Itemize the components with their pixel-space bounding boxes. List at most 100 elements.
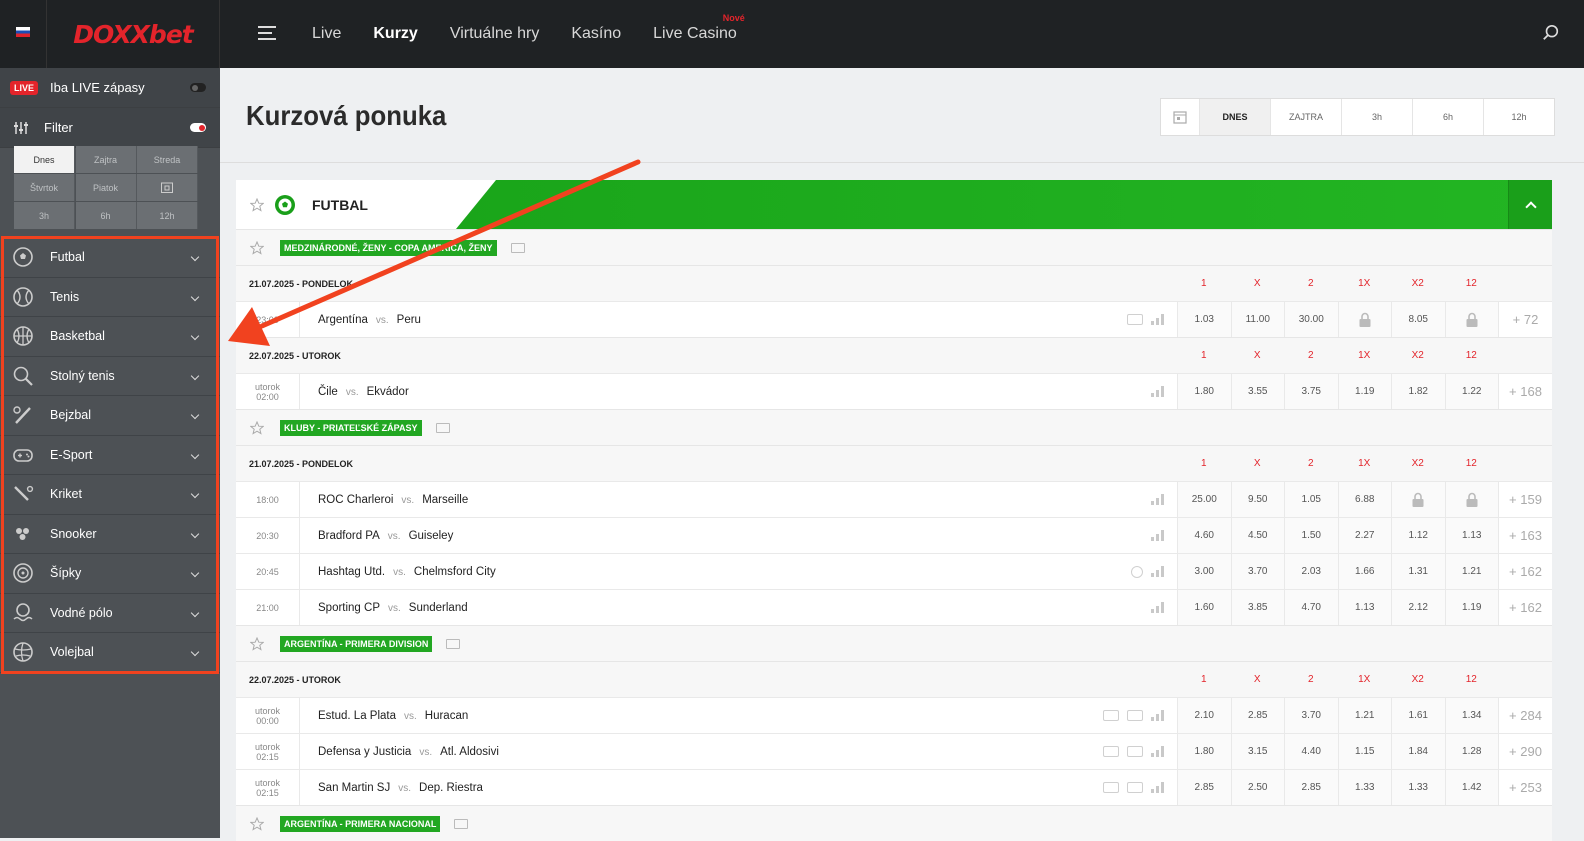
odds-cell[interactable]: 1.33 <box>1337 770 1391 805</box>
odds-cell[interactable]: 2.85 <box>1230 698 1284 733</box>
league-info-icon[interactable] <box>454 818 469 829</box>
sidebar-sport-e-sport[interactable]: E-Sport <box>0 435 220 475</box>
more-markets-button[interactable]: + 290 <box>1498 734 1552 769</box>
odds-cell[interactable]: 3.85 <box>1230 590 1284 625</box>
match-row[interactable]: 20:45 Hashtag Utd. vs. Chelmsford City 3.00 3… <box>236 553 1552 589</box>
odds-cell[interactable]: 1.21 <box>1337 698 1391 733</box>
nav-item-virtuálne-hry[interactable]: Virtuálne hry <box>450 25 540 43</box>
clock-icon[interactable] <box>1131 565 1143 578</box>
tv-stream-icon[interactable] <box>1127 782 1143 793</box>
filter-calendar-icon[interactable] <box>137 174 198 201</box>
odds-cell[interactable]: 1.84 <box>1391 734 1445 769</box>
odds-cell[interactable]: 9.50 <box>1230 482 1284 517</box>
league-row[interactable]: ARGENTÍNA - PRIMERA DIVISION <box>236 625 1552 661</box>
stats-icon[interactable] <box>1151 565 1165 577</box>
league-info-icon[interactable] <box>435 422 450 433</box>
day-tab-zajtra[interactable]: ZAJTRA <box>1270 99 1341 135</box>
odds-cell[interactable]: 2.85 <box>1284 770 1338 805</box>
filter-piatok[interactable]: Piatok <box>75 174 137 201</box>
sidebar-sport-volejbal[interactable]: Volejbal <box>0 633 220 673</box>
star-icon[interactable] <box>250 240 264 255</box>
match-row[interactable]: 20:30 Bradford PA vs. Guiseley 4.60 4.50 1.50 2… <box>236 517 1552 553</box>
match-row[interactable]: 21:00 Sporting CP vs. Sunderland 1.60 3.85 4.7… <box>236 589 1552 625</box>
tv-stream-icon[interactable] <box>1127 746 1143 757</box>
calendar-icon[interactable] <box>1161 99 1199 135</box>
live-only-toggle[interactable] <box>190 83 206 92</box>
slovak-flag-icon[interactable] <box>16 27 30 37</box>
logo-container[interactable]: DOXXbet <box>46 0 220 68</box>
odds-cell[interactable]: 11.00 <box>1230 302 1284 337</box>
odds-cell[interactable]: 1.50 <box>1284 518 1338 553</box>
nav-item-kasíno[interactable]: Kasíno <box>571 25 621 43</box>
match-teams[interactable]: Bradford PA vs. Guiseley <box>300 530 1151 542</box>
filter-streda[interactable]: Streda <box>137 146 198 173</box>
odds-cell[interactable]: 2.10 <box>1177 698 1231 733</box>
odds-cell[interactable]: 1.03 <box>1177 302 1231 337</box>
odds-cell[interactable]: 8.05 <box>1391 302 1445 337</box>
odds-cell[interactable]: 1.33 <box>1391 770 1445 805</box>
filter-dnes[interactable]: Dnes <box>14 146 75 173</box>
stats-icon[interactable] <box>1151 386 1165 397</box>
stats-icon[interactable] <box>1151 314 1165 325</box>
odds-cell[interactable]: 1.82 <box>1391 374 1445 409</box>
match-row[interactable]: utorok 02:15 San Martin SJ vs. Dep. Riestra 2… <box>236 769 1552 805</box>
more-markets-button[interactable]: + 163 <box>1498 518 1552 553</box>
sidebar-sport-šípky[interactable]: Šípky <box>0 554 220 594</box>
odds-cell[interactable]: 1.22 <box>1444 374 1498 409</box>
match-row[interactable]: 18:00 ROC Charleroi vs. Marseille 25.00 9.50 1… <box>236 481 1552 517</box>
day-tab-12h[interactable]: 12h <box>1483 99 1554 135</box>
live-only-row[interactable]: LIVE Iba LIVE zápasy <box>0 68 220 108</box>
sidebar-sport-tenis[interactable]: Tenis <box>0 277 220 317</box>
odds-cell[interactable]: 1.13 <box>1337 590 1391 625</box>
sidebar-sport-vodné-pólo[interactable]: Vodné pólo <box>0 593 220 633</box>
filter-zajtra[interactable]: Zajtra <box>75 146 137 173</box>
league-row[interactable]: MEDZINÁRODNÉ, ŽENY - COPA AMERICA, ŽENY <box>236 229 1552 265</box>
match-teams[interactable]: Sporting CP vs. Sunderland <box>300 602 1151 614</box>
odds-cell[interactable]: 25.00 <box>1177 482 1231 517</box>
filter-12h[interactable]: 12h <box>137 202 198 229</box>
league-row[interactable]: ARGENTÍNA - PRIMERA NACIONAL <box>236 805 1552 841</box>
sidebar-sport-stolný-tenis[interactable]: Stolný tenis <box>0 356 220 396</box>
stats-icon[interactable] <box>1151 710 1165 721</box>
sidebar-sport-snooker[interactable]: Snooker <box>0 514 220 554</box>
odds-cell[interactable]: 6.88 <box>1337 482 1391 517</box>
odds-cell[interactable]: 2.27 <box>1337 518 1391 553</box>
field-tracker-icon[interactable] <box>1103 710 1119 721</box>
match-teams[interactable]: Hashtag Utd. vs. Chelmsford City <box>300 566 1131 578</box>
odds-cell[interactable]: 2.85 <box>1177 770 1231 805</box>
more-markets-button[interactable]: + 253 <box>1498 770 1552 805</box>
odds-cell[interactable]: 1.05 <box>1284 482 1338 517</box>
field-tracker-icon[interactable] <box>1103 782 1119 793</box>
odds-cell[interactable]: 1.15 <box>1337 734 1391 769</box>
sidebar-sport-bejzbal[interactable]: Bejzbal <box>0 396 220 436</box>
star-icon[interactable] <box>250 636 264 651</box>
filter-6h[interactable]: 6h <box>75 202 137 229</box>
odds-cell[interactable]: 1.28 <box>1444 734 1498 769</box>
day-tab-6h[interactable]: 6h <box>1412 99 1483 135</box>
match-teams[interactable]: San Martin SJ vs. Dep. Riestra <box>300 782 1103 794</box>
nav-item-kurzy[interactable]: Kurzy <box>373 25 417 43</box>
more-markets-button[interactable]: + 72 <box>1498 302 1552 337</box>
odds-cell[interactable]: 3.75 <box>1284 374 1338 409</box>
odds-cell[interactable]: 1.42 <box>1444 770 1498 805</box>
odds-cell[interactable]: 4.50 <box>1230 518 1284 553</box>
nav-item-live-casino[interactable]: Live Casino Nové <box>653 13 745 43</box>
league-badge[interactable]: KLUBY - PRIATEĽSKÉ ZÁPASY <box>280 419 422 436</box>
day-tab-3h[interactable]: 3h <box>1341 99 1412 135</box>
odds-cell[interactable]: 3.70 <box>1230 554 1284 589</box>
more-markets-button[interactable]: + 168 <box>1498 374 1552 409</box>
league-info-icon[interactable] <box>446 638 461 649</box>
stats-icon[interactable] <box>1151 602 1165 613</box>
filter-3h[interactable]: 3h <box>14 202 75 229</box>
odds-cell[interactable]: 1.80 <box>1177 734 1231 769</box>
match-teams[interactable]: Čile vs. Ekvádor <box>300 386 1151 398</box>
stats-icon[interactable] <box>1151 494 1165 505</box>
odds-cell[interactable]: 4.60 <box>1177 518 1231 553</box>
odds-cell[interactable]: 1.13 <box>1444 518 1498 553</box>
sidebar-sport-kriket[interactable]: Kriket <box>0 475 220 515</box>
star-icon[interactable] <box>250 197 264 212</box>
odds-cell[interactable]: 3.55 <box>1230 374 1284 409</box>
league-info-icon[interactable] <box>510 242 525 253</box>
match-teams[interactable]: Estud. La Plata vs. Huracan <box>300 710 1103 722</box>
odds-cell[interactable]: 4.70 <box>1284 590 1338 625</box>
